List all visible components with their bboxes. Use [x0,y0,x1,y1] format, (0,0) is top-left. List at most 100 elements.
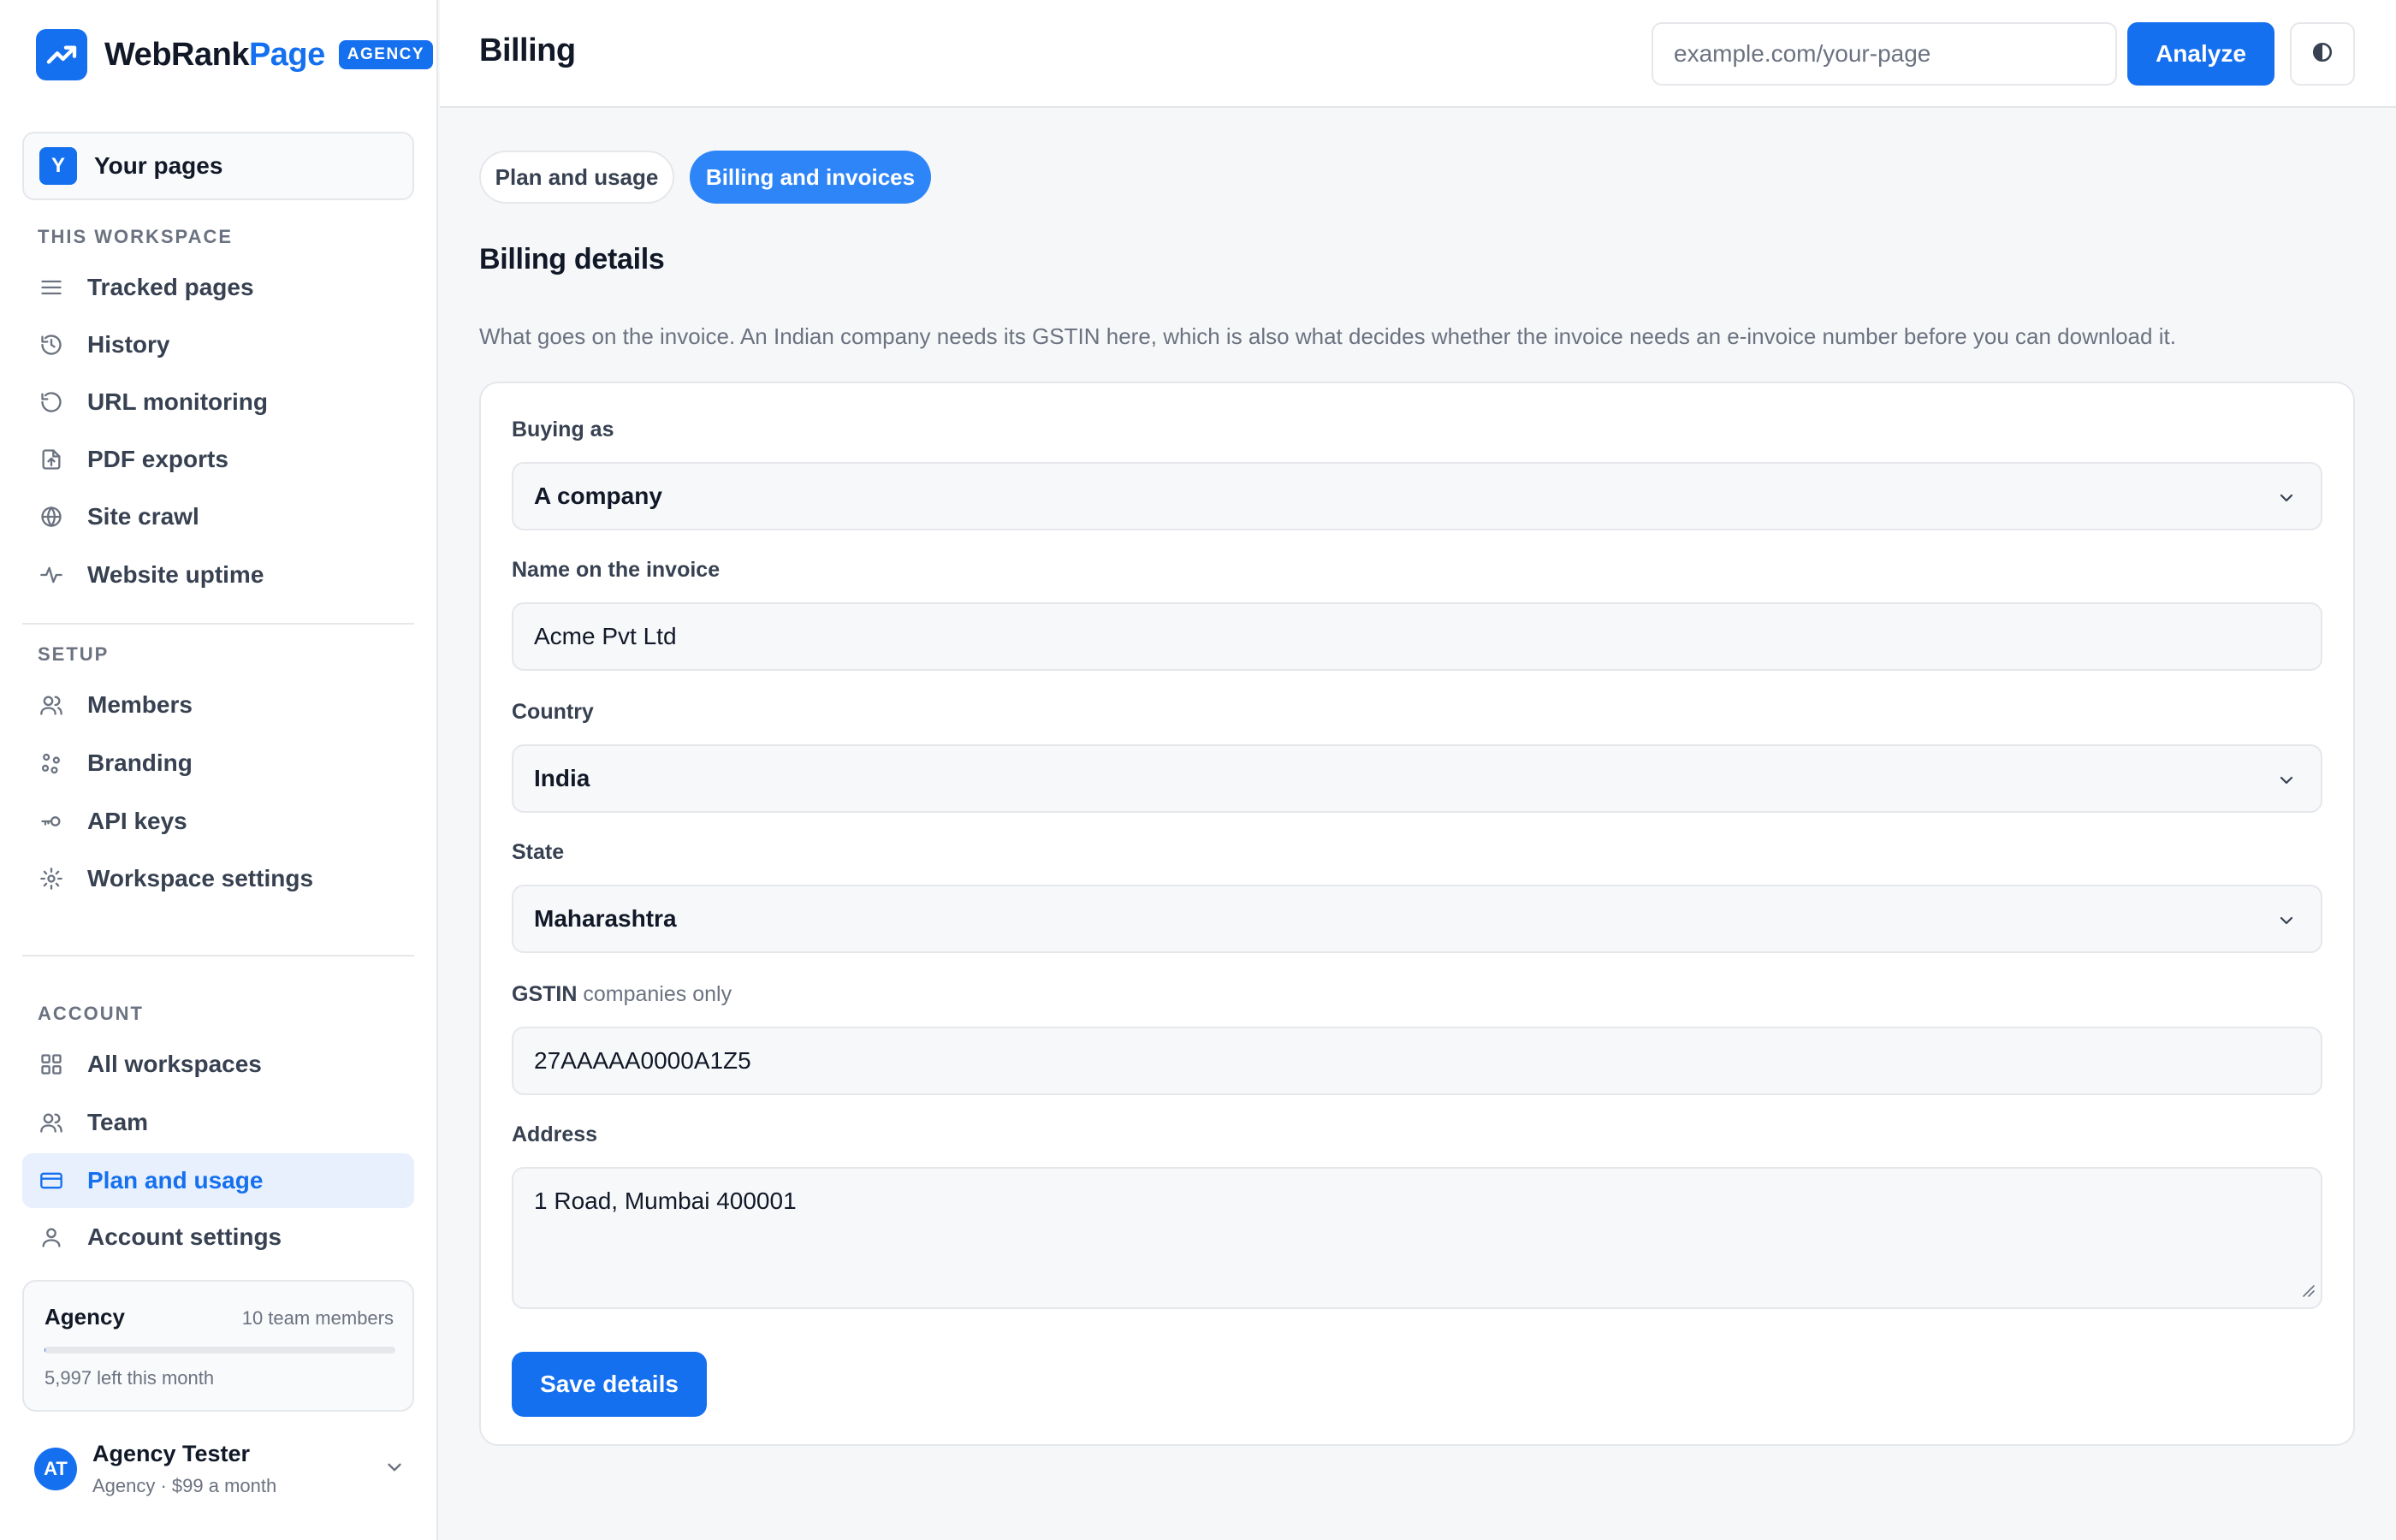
sidebar-item-account-settings[interactable]: Account settings [22,1210,414,1265]
sidebar-item-members[interactable]: Members [22,678,414,732]
team-icon [38,1109,65,1136]
chevron-down-icon [383,1456,406,1483]
buying-as-label: Buying as [512,418,614,441]
user-plan: Agency · $99 a month [92,1475,277,1496]
url-input[interactable] [1652,22,2117,86]
sidebar-item-label: Branding [87,749,193,776]
plan-badge: AGENCY [338,40,434,69]
tab-billing-and-invoices[interactable]: Billing and invoices [690,151,931,204]
sidebar-item-label: URL monitoring [87,388,269,415]
gstin-label: GSTIN companies only [512,982,732,1006]
sidebar-item-label: Tracked pages [87,274,254,300]
plan-name: Agency [44,1304,125,1330]
sidebar-item-label: PDF exports [87,446,228,472]
sidebar-item-label: History [87,331,170,358]
invoice-name-input[interactable]: Acme Pvt Ltd [512,602,2322,671]
brand-name: WebRankPage [104,36,325,73]
tab-plan-and-usage[interactable]: Plan and usage [479,151,674,204]
globe-icon [38,503,65,530]
section-title: Billing details [479,243,665,275]
state-select[interactable]: Maharashtra [512,885,2322,953]
chevron-down-icon [2276,770,2297,795]
sidebar-item-website-uptime[interactable]: Website uptime [22,548,414,602]
usage-progress-bar [44,1347,395,1353]
save-details-button[interactable]: Save details [512,1352,707,1417]
address-label: Address [512,1122,598,1146]
brand-logo[interactable]: WebRankPage AGENCY [36,29,434,80]
sidebar-item-tracked-pages[interactable]: Tracked pages [22,260,414,315]
sidebar-divider [22,955,414,957]
page-title: Billing [479,33,576,68]
grid-icon [38,1051,65,1078]
users-icon [38,691,65,719]
gstin-input[interactable]: 27AAAAA0000A1Z5 [512,1027,2322,1095]
sidebar-item-api-keys[interactable]: API keys [22,794,414,849]
sidebar-item-label: Members [87,691,193,718]
sidebar-item-label: Plan and usage [87,1167,264,1194]
workspace-name: Your pages [94,152,223,179]
country-select[interactable]: India [512,744,2322,813]
sidebar-item-label: Workspace settings [87,865,314,891]
contrast-icon [2311,41,2334,68]
user-name: Agency Tester [92,1441,251,1466]
list-icon [38,274,65,301]
plan-usage-card[interactable]: Agency 10 team members 5,997 left this m… [22,1280,414,1412]
chevron-down-icon [2276,488,2297,512]
section-label-account: ACCOUNT [38,1003,144,1024]
user-menu[interactable]: AT Agency Tester Agency · $99 a month [34,1441,411,1501]
buying-as-value: A company [534,483,662,509]
analyze-button[interactable]: Analyze [2127,22,2274,86]
trending-up-icon [36,29,87,80]
gstin-hint: companies only [583,982,732,1006]
usage-remaining: 5,997 left this month [44,1367,215,1389]
workspace-avatar: Y [39,147,77,185]
gstin-value: 27AAAAA0000A1Z5 [534,1047,751,1074]
sidebar: WebRankPage AGENCY Y Your pages THIS WOR… [0,0,438,1540]
plan-members: 10 team members [241,1307,394,1329]
sidebar-item-branding[interactable]: Branding [22,736,414,791]
theme-toggle-button[interactable] [2290,22,2355,86]
user-icon [38,1223,65,1251]
file-export-icon [38,446,65,473]
country-label: Country [512,700,594,724]
palette-icon [38,749,65,777]
section-label-setup: SETUP [38,643,110,665]
refresh-icon [38,388,65,416]
key-icon [38,808,65,835]
top-header: Billing Analyze [440,0,2396,108]
credit-card-icon [38,1167,65,1194]
sidebar-item-url-monitoring[interactable]: URL monitoring [22,375,414,429]
buying-as-select[interactable]: A company [512,462,2322,530]
address-value: 1 Road, Mumbai 400001 [534,1188,797,1214]
sidebar-item-label: All workspaces [87,1051,262,1077]
sidebar-item-workspace-settings[interactable]: Workspace settings [22,851,414,906]
billing-form-card: Buying as A company Name on the invoice … [479,382,2355,1446]
invoice-name-value: Acme Pvt Ltd [534,623,677,649]
sidebar-item-team[interactable]: Team [22,1095,414,1150]
sidebar-item-site-crawl[interactable]: Site crawl [22,489,414,544]
sidebar-item-label: API keys [87,808,187,834]
sidebar-item-label: Website uptime [87,561,264,588]
resize-handle-icon[interactable] [2300,1282,2316,1302]
history-icon [38,331,65,358]
sidebar-item-label: Site crawl [87,503,199,530]
pulse-icon [38,561,65,589]
address-textarea[interactable]: 1 Road, Mumbai 400001 [512,1167,2322,1309]
workspace-switcher[interactable]: Y Your pages [22,132,414,200]
section-label-workspace: THIS WORKSPACE [38,226,234,247]
sidebar-item-label: Team [87,1109,149,1135]
state-value: Maharashtra [534,905,677,932]
sidebar-item-pdf-exports[interactable]: PDF exports [22,432,414,487]
sidebar-divider [22,623,414,625]
avatar: AT [34,1448,77,1490]
sidebar-item-label: Account settings [87,1223,282,1250]
state-label: State [512,840,565,864]
sidebar-item-history[interactable]: History [22,317,414,372]
chevron-down-icon [2276,910,2297,935]
invoice-name-label: Name on the invoice [512,558,721,582]
section-description: What goes on the invoice. An Indian comp… [479,323,2176,349]
sidebar-item-plan-and-usage[interactable]: Plan and usage [22,1153,414,1208]
gear-icon [38,865,65,892]
sidebar-item-all-workspaces[interactable]: All workspaces [22,1037,414,1092]
country-value: India [534,765,590,791]
